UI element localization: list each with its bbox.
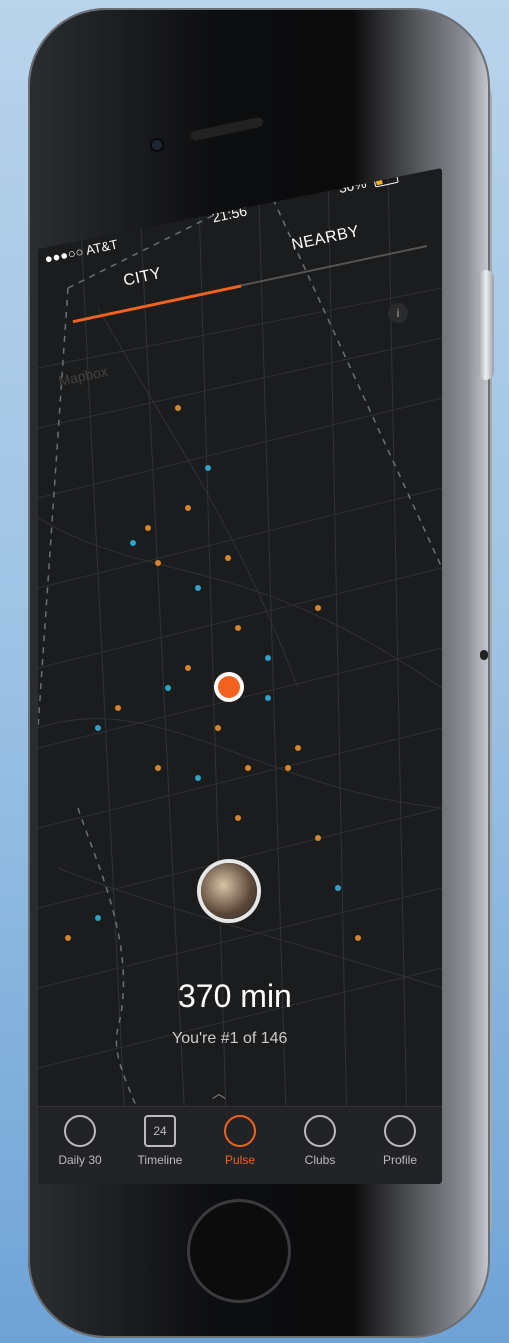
tabbar-clubs[interactable]: Clubs <box>280 1115 360 1167</box>
calendar-icon: 24 <box>144 1115 176 1147</box>
total-minutes: 370 min <box>178 978 292 1014</box>
check-circle-icon <box>64 1115 96 1147</box>
expand-chevron-icon[interactable]: ︿ <box>212 1083 226 1103</box>
pulse-target-icon <box>224 1115 256 1147</box>
tabbar-daily30[interactable]: Daily 30 <box>40 1115 120 1167</box>
tabbar-daily30-label: Daily 30 <box>58 1153 102 1167</box>
rank-text: You're #1 of 146 <box>172 1030 288 1047</box>
tabbar-pulse-label: Pulse <box>224 1153 256 1167</box>
tabbar-pulse[interactable]: Pulse <box>200 1115 280 1167</box>
tabbar-profile[interactable]: Profile <box>360 1115 440 1167</box>
tabbar-profile-label: Profile <box>382 1153 417 1167</box>
home-button[interactable] <box>190 1202 288 1300</box>
avatar[interactable] <box>201 863 257 919</box>
tab-city[interactable]: CITY <box>122 265 163 291</box>
front-camera <box>152 140 162 150</box>
group-icon <box>304 1115 336 1147</box>
side-dot <box>480 650 488 660</box>
volume-button <box>478 270 494 380</box>
current-location-marker[interactable] <box>218 676 240 698</box>
tab-bar: Daily 30 24 Timeline Pulse Clubs Profile <box>38 1106 442 1184</box>
user-icon <box>384 1115 416 1147</box>
tabbar-timeline[interactable]: 24 Timeline <box>120 1115 200 1167</box>
tabbar-timeline-label: Timeline <box>137 1153 183 1167</box>
info-button[interactable]: i <box>388 303 408 323</box>
app-screen: ●●●○○ AT&T 21:56 30% CITY NEARBY i Mapbo… <box>38 168 442 1184</box>
tab-nearby[interactable]: NEARBY <box>290 223 361 255</box>
tabbar-clubs-label: Clubs <box>304 1153 336 1167</box>
